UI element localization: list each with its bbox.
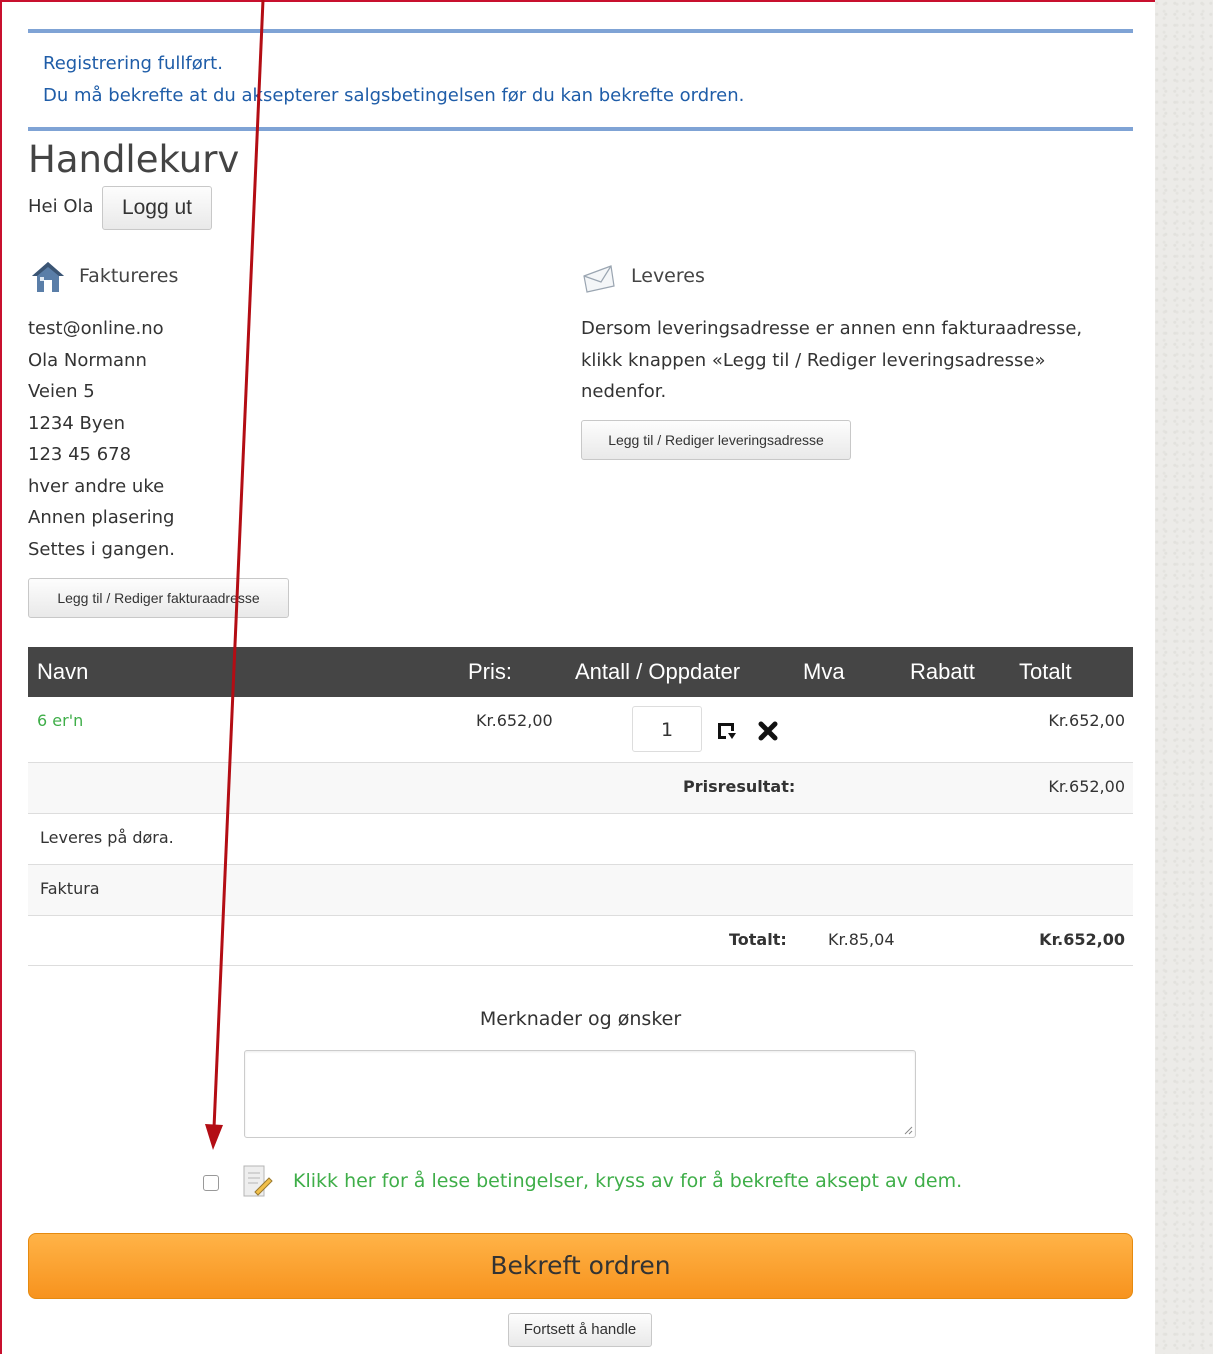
col-vat: Mva <box>803 659 845 684</box>
greeting: Hei Ola <box>28 196 94 217</box>
billing-heading: Faktureres <box>79 265 179 287</box>
background-texture <box>1155 0 1213 1354</box>
page-title: Handlekurv <box>28 138 240 181</box>
edit-delivery-address-button[interactable]: Legg til / Rediger leveringsadresse <box>581 420 851 460</box>
payment-row: Faktura <box>28 865 1133 916</box>
col-qty: Antall / Oppdater <box>575 659 741 684</box>
terms-row: Klikk her for å lese betingelser, kryss … <box>28 1164 1133 1200</box>
resize-handle-icon[interactable] <box>903 1125 913 1135</box>
col-discount: Rabatt <box>910 659 975 684</box>
notes-textarea[interactable] <box>244 1050 916 1138</box>
document-icon[interactable] <box>241 1164 275 1200</box>
subtotal-row: Prisresultat: Kr.652,00 <box>28 763 1133 814</box>
item-name-link[interactable]: 6 er'n <box>37 711 83 730</box>
subtotal-value: Kr.652,00 <box>1048 777 1125 796</box>
table-row: 6 er'n Kr.652,00 Kr.652,00 <box>28 697 1133 763</box>
notice-line-terms: Du må bekrefte at du aksepterer salgsbet… <box>43 85 745 106</box>
payment-method: Faktura <box>40 879 100 898</box>
terms-link[interactable]: Klikk her for å lese betingelser, kryss … <box>293 1170 962 1192</box>
item-total: Kr.652,00 <box>1048 711 1125 730</box>
billing-placement: Annen plasering <box>28 507 175 528</box>
col-name: Navn <box>37 659 89 684</box>
notes-label: Merknader og ønsker <box>479 1008 682 1030</box>
update-icon[interactable] <box>715 720 737 742</box>
cart-table-header: Navn Pris: Antall / Oppdater Mva Rabatt … <box>28 647 1133 697</box>
item-price: Kr.652,00 <box>476 711 553 730</box>
col-price: Pris: <box>468 659 512 684</box>
logout-button[interactable]: Logg ut <box>102 186 212 230</box>
billing-name: Ola Normann <box>28 349 147 371</box>
subtotal-label: Prisresultat: <box>683 777 796 796</box>
quantity-input[interactable]: 1 <box>632 706 702 752</box>
shipping-row: Leveres på døra. <box>28 814 1133 865</box>
billing-frequency: hver andre uke <box>28 475 165 497</box>
billing-email: test@online.no <box>28 318 164 339</box>
accept-terms-checkbox[interactable] <box>203 1175 219 1191</box>
delivery-text: Dersom leveringsadresse er annen enn fak… <box>581 318 1083 402</box>
billing-icon <box>30 260 66 294</box>
shipping-method: Leveres på døra. <box>40 828 174 847</box>
envelope-icon <box>581 262 617 294</box>
edit-billing-address-button[interactable]: Legg til / Rediger fakturaadresse <box>28 578 289 618</box>
confirm-order-button[interactable]: Bekreft ordren <box>28 1233 1133 1299</box>
remove-icon[interactable] <box>757 720 779 742</box>
col-total: Totalt <box>1019 659 1072 684</box>
billing-address: test@online.no Ola Normann Veien 5 1234 … <box>28 313 175 565</box>
continue-shopping-button[interactable]: Fortsett å handle <box>508 1313 652 1347</box>
status-notice: Registrering fullført. Du må bekrefte at… <box>28 29 1133 131</box>
billing-phone: 123 45 678 <box>28 444 132 465</box>
total-label: Totalt: <box>729 930 787 949</box>
billing-street: Veien 5 <box>28 381 95 402</box>
total-row: Totalt: Kr.85,04 Kr.652,00 <box>28 916 1133 966</box>
billing-city: 1234 Byen <box>28 412 126 434</box>
total-vat: Kr.85,04 <box>828 930 895 949</box>
total-value: Kr.652,00 <box>1039 930 1125 949</box>
notice-line-registration: Registrering fullført. <box>43 53 223 74</box>
billing-note: Settes i gangen. <box>28 538 176 560</box>
delivery-heading: Leveres <box>631 265 705 287</box>
